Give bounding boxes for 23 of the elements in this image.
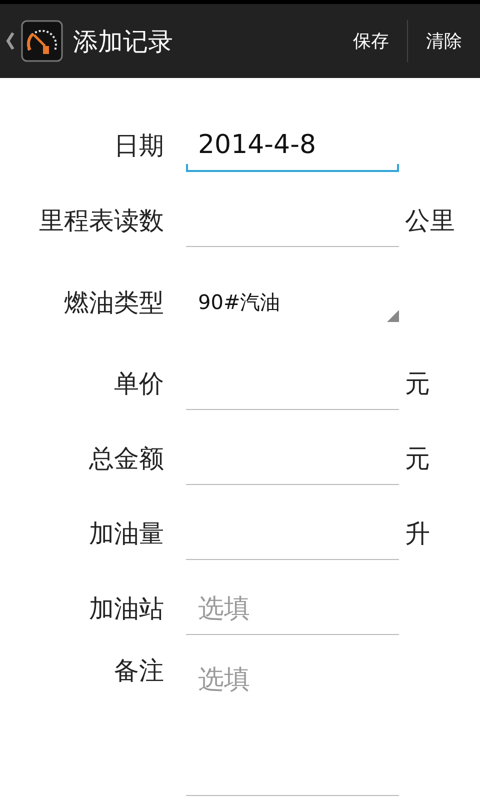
- placeholder-text: 选填: [198, 592, 250, 626]
- field-label: 燃油类型: [63, 286, 165, 318]
- field-label: 总金额: [88, 443, 165, 475]
- field-label: 单价: [113, 368, 165, 400]
- unit-label: 升: [404, 518, 431, 550]
- fuel-type-dropdown[interactable]: 90#汽油: [186, 276, 399, 328]
- field-label: 加油站: [88, 593, 165, 625]
- action-button[interactable]: 清除: [408, 4, 480, 78]
- field-label: 里程表读数: [38, 205, 165, 237]
- unit-label: 元: [404, 443, 431, 475]
- action-button[interactable]: 保存: [335, 4, 407, 78]
- unit-label: 元: [404, 368, 431, 400]
- input-field[interactable]: 2014-4-8: [186, 120, 399, 172]
- back-chevron-icon[interactable]: [5, 31, 15, 51]
- field-label: 备注: [113, 655, 165, 687]
- window-title: 添加记录: [73, 26, 174, 58]
- placeholder-text: 选填: [198, 664, 250, 697]
- gauge-icon[interactable]: [21, 20, 63, 62]
- field-value: 2014-4-8: [198, 130, 316, 160]
- dropdown-corner-icon: [387, 310, 399, 322]
- field-label: 加油量: [88, 518, 165, 550]
- field-label: 日期: [113, 130, 165, 162]
- unit-label: 公里: [404, 205, 456, 237]
